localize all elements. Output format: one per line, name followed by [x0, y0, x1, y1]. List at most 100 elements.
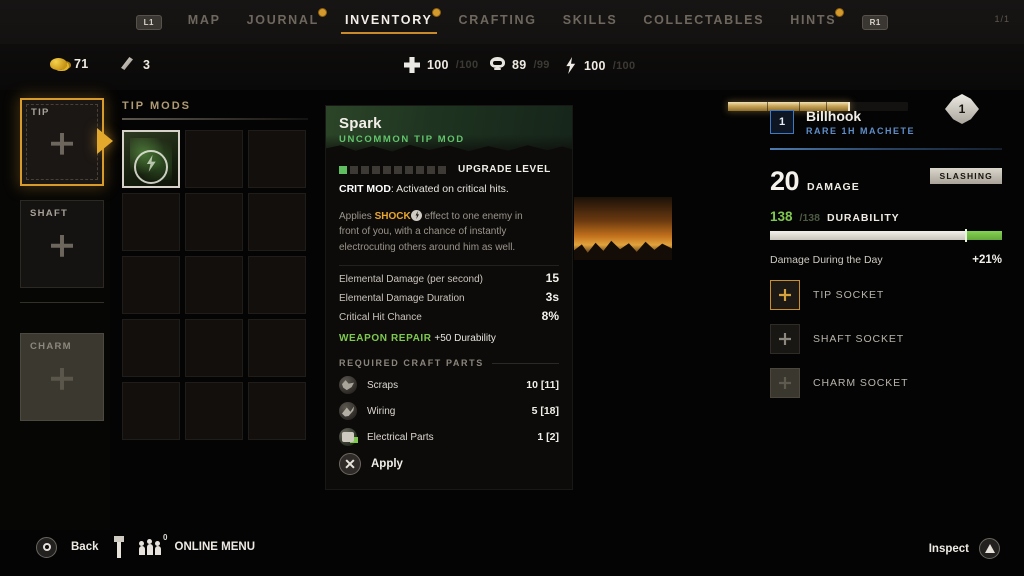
mod-cell-empty[interactable]: [122, 193, 180, 251]
stamina-bolt-icon: [566, 57, 576, 74]
mod-cell-empty[interactable]: [248, 130, 306, 188]
inspect-button[interactable]: [979, 538, 1000, 559]
mod-cell-empty[interactable]: [248, 319, 306, 377]
tab-inventory[interactable]: INVENTORY: [341, 7, 441, 34]
weapon-damage-label: DAMAGE: [807, 181, 860, 193]
socket-row-charm[interactable]: CHARM SOCKET: [770, 368, 1002, 398]
weapon-type: RARE 1H MACHETE: [806, 126, 916, 136]
bottom-action-bar: Back 0 ONLINE MENU Inspect: [0, 522, 1024, 576]
online-badge-count: 0: [163, 533, 168, 542]
plus-icon: [51, 367, 73, 390]
mods-grid-title: TIP MODS: [122, 100, 191, 112]
mod-cell-empty[interactable]: [248, 256, 306, 314]
tab-crafting[interactable]: CRAFTING: [459, 11, 537, 34]
craft-part-name: Wiring: [367, 405, 396, 417]
weapon-header-rule: [770, 148, 1002, 150]
craft-part-qty: 5 [18]: [531, 405, 559, 418]
tab-journal[interactable]: JOURNAL: [247, 7, 327, 34]
slot-charm[interactable]: CHARM: [20, 333, 104, 421]
mod-cell-empty[interactable]: [185, 382, 243, 440]
durability-current: 138: [770, 209, 793, 224]
mods-grid-rule: [122, 118, 308, 120]
mod-cell-empty[interactable]: [122, 382, 180, 440]
player-stat-bar: 71 3 100 /100 89 /99 100 /100 1: [0, 44, 1024, 124]
left-bumper-icon[interactable]: L1: [135, 14, 162, 30]
weapon-level-badge: 1: [770, 110, 794, 134]
craft-header-rule: [491, 362, 559, 364]
tab-map[interactable]: MAP: [188, 11, 221, 34]
tab-crafting-label: CRAFTING: [458, 12, 537, 27]
weapon-repair-value: +50 Durability: [431, 333, 496, 345]
mod-cell-empty[interactable]: [122, 256, 180, 314]
apply-button[interactable]: Apply: [339, 453, 403, 475]
stat-row: Critical Hit Chance 8%: [326, 304, 572, 323]
mod-rarity: UNCOMMON TIP MOD: [339, 134, 465, 145]
mod-detail-header: Spark UNCOMMON TIP MOD: [326, 106, 572, 158]
slot-divider: [20, 302, 104, 303]
hints-notification-dot: [835, 7, 845, 17]
tip-socket-box[interactable]: [770, 280, 800, 310]
charm-socket-box[interactable]: [770, 368, 800, 398]
mod-cell-empty[interactable]: [185, 193, 243, 251]
mod-name: Spark: [339, 115, 382, 132]
back-button[interactable]: [36, 536, 57, 558]
crit-mod-line: CRIT MOD: Activated on critical hits.: [326, 175, 572, 197]
stat-label: Elemental Damage (per second): [339, 274, 483, 286]
weapon-bonus-label: Damage During the Day: [770, 254, 883, 266]
mods-grid: [122, 130, 314, 440]
scraps-icon: [339, 376, 357, 395]
crit-mod-key: CRIT MOD: [339, 183, 391, 195]
tab-skills[interactable]: SKILLS: [563, 11, 618, 34]
circle-button-icon: [42, 543, 51, 551]
tip-socket-label: TIP SOCKET: [813, 289, 885, 301]
weapon-info-panel: 1 Billhook RARE 1H MACHETE 20 DAMAGE SLA…: [770, 108, 1002, 398]
mod-cell-empty[interactable]: [185, 319, 243, 377]
slot-charm-label: CHARM: [30, 341, 72, 352]
socket-row-tip[interactable]: TIP SOCKET: [770, 280, 1002, 310]
cross-button-icon: [339, 453, 361, 475]
plus-icon: [779, 333, 791, 345]
stamina-value: 100: [584, 58, 606, 73]
upgrade-level-pips: [339, 165, 446, 174]
tab-hints[interactable]: HINTS: [790, 7, 845, 34]
mod-description: Applies SHOCK effect to one enemy in fro…: [326, 197, 558, 256]
mod-cell-empty[interactable]: [185, 130, 243, 188]
socket-row-shaft[interactable]: SHAFT SOCKET: [770, 324, 1002, 354]
weapon-repair-line: WEAPON REPAIR +50 Durability: [326, 323, 572, 344]
health-max: /100: [455, 59, 479, 71]
damage-type-badge: SLASHING: [930, 168, 1002, 184]
health-value: 100: [427, 58, 449, 72]
stat-row: Elemental Damage (per second) 15: [326, 266, 572, 285]
immunity-max: /99: [533, 58, 550, 71]
tab-inventory-label: INVENTORY: [344, 12, 433, 27]
mod-cell-empty[interactable]: [122, 319, 180, 377]
durability-bonus-segment: [964, 231, 1002, 240]
online-menu-label[interactable]: ONLINE MENU: [175, 541, 256, 553]
lockpick-value: 3: [143, 57, 151, 72]
lockpick-icon: [118, 57, 136, 72]
health-cross-icon: [404, 57, 420, 73]
stamina-stat: 100 /100: [564, 57, 635, 74]
triangle-button-icon: [984, 544, 995, 553]
right-bumper-icon[interactable]: R1: [862, 14, 889, 30]
stat-row: Elemental Damage Duration 3s: [326, 285, 572, 304]
shock-status-icon: [410, 209, 422, 221]
stamina-max: /100: [612, 59, 636, 72]
top-navigation-bar: L1 MAP JOURNAL INVENTORY CRAFTING SKILLS…: [0, 0, 1024, 44]
craft-part-row: Wiring 5 [18]: [326, 394, 572, 421]
tab-map-label: MAP: [187, 12, 221, 27]
mod-cell-empty[interactable]: [248, 382, 306, 440]
money-stat: 71: [50, 57, 89, 71]
electrical-parts-icon: [339, 428, 357, 447]
tab-collectables[interactable]: COLLECTABLES: [643, 11, 764, 34]
apply-button-label: Apply: [371, 458, 403, 470]
durability-label: DURABILITY: [826, 212, 900, 224]
mod-cell-empty[interactable]: [185, 256, 243, 314]
slot-tip[interactable]: TIP: [20, 98, 104, 186]
mod-cell-selected[interactable]: [122, 130, 180, 188]
stat-value: 3s: [545, 290, 559, 305]
slot-shaft[interactable]: SHAFT: [20, 200, 104, 288]
mod-cell-empty[interactable]: [248, 193, 306, 251]
mod-detail-panel: Spark UNCOMMON TIP MOD UPGRADE LEVEL CRI…: [325, 105, 672, 490]
shaft-socket-box[interactable]: [770, 324, 800, 354]
